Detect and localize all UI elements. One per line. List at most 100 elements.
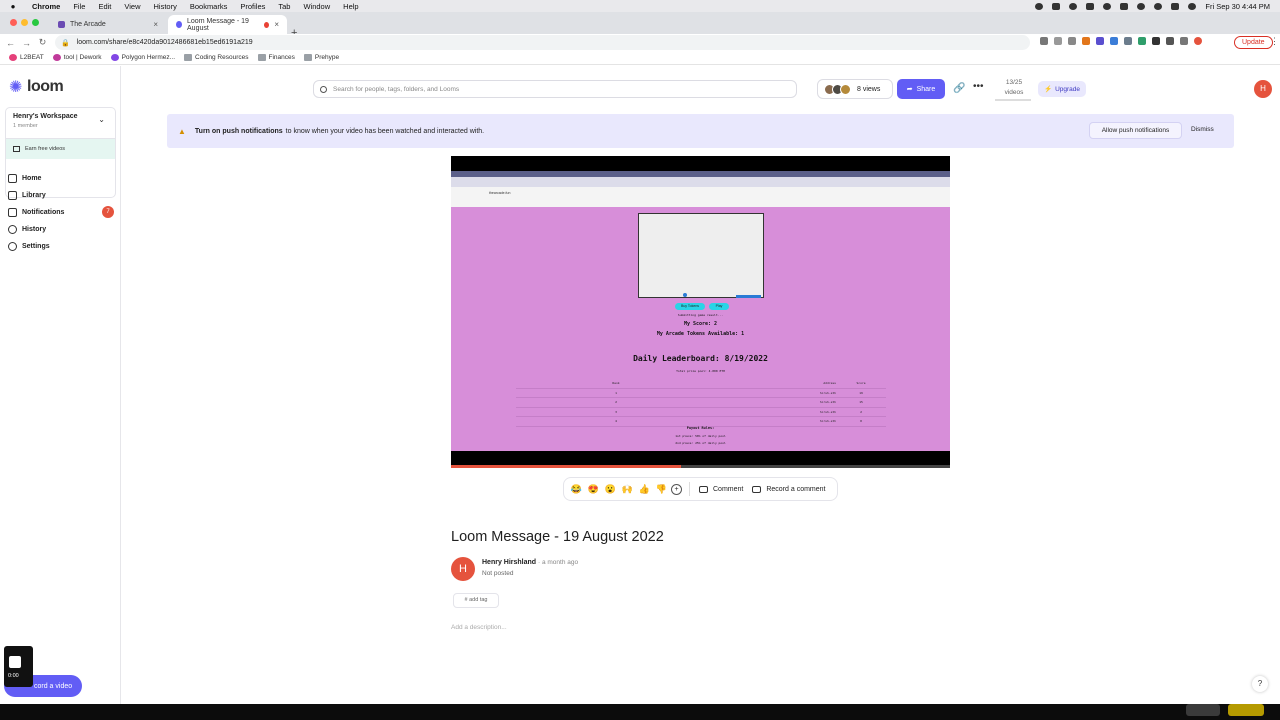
share-label: Share [916, 85, 936, 93]
add-tag-button[interactable]: # add tag [453, 593, 499, 608]
author-name[interactable]: Henry Hirshland [482, 559, 536, 566]
chevron-down-icon[interactable]: ⌄ [98, 115, 105, 124]
control-center-icon[interactable] [1171, 2, 1180, 10]
upgrade-button[interactable]: ⚡ Upgrade [1038, 81, 1086, 97]
polygon-icon [110, 54, 119, 61]
extension-icon[interactable] [1152, 37, 1160, 45]
comment-button[interactable]: Comment [699, 485, 743, 493]
tab-the-arcade[interactable]: The Arcade × [50, 15, 166, 34]
sidebar-icon[interactable] [1180, 37, 1188, 45]
user-avatar[interactable]: H [1254, 80, 1272, 98]
apple-icon[interactable]: ● [6, 2, 20, 11]
download-icon[interactable] [1040, 37, 1048, 45]
bookmark-folder-finances[interactable]: Finances [257, 54, 295, 61]
close-tab-icon[interactable]: × [274, 20, 279, 29]
menu-bookmarks[interactable]: Bookmarks [190, 2, 228, 11]
status-icon[interactable] [1069, 2, 1078, 10]
extension-icon[interactable] [1096, 37, 1104, 45]
update-button[interactable]: Update [1234, 36, 1273, 49]
menu-app[interactable]: Chrome [32, 2, 60, 11]
status-icon[interactable] [1052, 2, 1061, 10]
reload-icon[interactable]: ↻ [37, 37, 48, 48]
workspace-switcher[interactable]: Henry's Workspace 1 member ⌄ Earn free v… [5, 107, 116, 198]
bookmark-folder-prehype[interactable]: Prehype [303, 54, 339, 61]
sidebar-item-notifications[interactable]: Notifications [8, 208, 64, 217]
record-comment-button[interactable]: Record a comment [752, 485, 825, 493]
bookmark-dework[interactable]: tool | Dework [52, 54, 102, 61]
metamask-extension-icon[interactable] [1082, 37, 1090, 45]
share-page-icon[interactable] [1054, 37, 1062, 45]
sidebar-item-label: Home [22, 175, 42, 182]
video-title[interactable]: Loom Message - 19 August 2022 [451, 529, 664, 545]
earn-free-videos-link[interactable]: Earn free videos [6, 138, 115, 159]
menu-profiles[interactable]: Profiles [240, 2, 265, 11]
close-window-icon[interactable] [10, 19, 17, 26]
overlay-button[interactable] [1228, 704, 1264, 716]
extension-icon[interactable] [1138, 37, 1146, 45]
sidebar-item-settings[interactable]: Settings [8, 242, 50, 251]
allow-push-notifications-button[interactable]: Allow push notifications [1089, 122, 1182, 139]
status-icon[interactable] [1035, 2, 1044, 10]
video-progress-bar[interactable] [451, 465, 950, 468]
overlay-button[interactable] [1186, 704, 1220, 716]
video-screen-toolbar: thearcade.fun [451, 187, 950, 207]
puzzle-extensions-icon[interactable] [1166, 37, 1174, 45]
extension-icon[interactable] [1110, 37, 1118, 45]
close-tab-icon[interactable]: × [153, 20, 158, 29]
more-options-icon[interactable]: ••• [973, 81, 984, 92]
bluetooth-icon[interactable] [1103, 2, 1112, 10]
loom-logo[interactable]: ✺ loom [9, 78, 64, 96]
dismiss-button[interactable]: Dismiss [1191, 126, 1214, 133]
sidebar-item-history[interactable]: History [8, 225, 46, 234]
description-input[interactable]: Add a description... [451, 624, 507, 631]
lock-icon[interactable]: 🔒 [61, 39, 70, 47]
stop-recording-icon[interactable] [9, 656, 21, 668]
reaction-thumbs-down-button[interactable]: 👎 [655, 484, 668, 495]
bookmark-star-icon[interactable] [1068, 37, 1076, 45]
reaction-laugh-button[interactable]: 😂 [570, 484, 583, 495]
menu-file[interactable]: File [73, 2, 85, 11]
menu-view[interactable]: View [124, 2, 140, 11]
share-button[interactable]: ➦ Share [897, 79, 945, 99]
wifi-icon[interactable] [1137, 2, 1146, 10]
menu-window[interactable]: Window [303, 2, 330, 11]
menu-tab[interactable]: Tab [278, 2, 290, 11]
system-tray: Fri Sep 30 4:44 PM [1035, 2, 1270, 11]
siri-icon[interactable] [1188, 2, 1197, 10]
bookmark-l2beat[interactable]: L2BEAT [9, 54, 44, 61]
clock[interactable]: Fri Sep 30 4:44 PM [1205, 2, 1270, 11]
status-icon[interactable] [1086, 2, 1095, 10]
back-icon[interactable]: ← [5, 38, 16, 48]
search-input[interactable]: Search for people, tags, folders, and Lo… [313, 80, 797, 98]
bookmark-folder-coding-resources[interactable]: Coding Resources [184, 54, 249, 61]
chrome-menu-icon[interactable]: ⋮ [1270, 36, 1279, 47]
url-text[interactable]: loom.com/share/e8c420da9012486681eb15ed6… [77, 39, 253, 46]
menu-history[interactable]: History [154, 2, 177, 11]
author-avatar[interactable]: H [451, 557, 475, 581]
viewers-button[interactable]: 8 views [817, 79, 893, 99]
menu-edit[interactable]: Edit [98, 2, 111, 11]
add-reaction-icon[interactable]: + [671, 483, 682, 495]
maximize-window-icon[interactable] [32, 19, 39, 26]
address-bar[interactable]: 🔒 loom.com/share/e8c420da9012486681eb15e… [55, 35, 1030, 50]
menu-help[interactable]: Help [343, 2, 358, 11]
tab-loom-message[interactable]: Loom Message - 19 August × [168, 15, 287, 34]
sidebar-item-library[interactable]: Library [8, 191, 46, 200]
copy-link-icon[interactable]: 🔗 [953, 83, 965, 94]
profile-avatar-icon[interactable] [1194, 37, 1202, 45]
bookmark-polygon-hermez[interactable]: Polygon Hermez... [110, 54, 175, 61]
help-button[interactable]: ? [1252, 676, 1268, 692]
forward-icon[interactable]: → [21, 38, 32, 48]
recording-control-widget[interactable]: 0:00 [4, 646, 33, 687]
battery-icon[interactable] [1120, 2, 1129, 10]
reaction-surprised-button[interactable]: 😮 [604, 484, 617, 495]
reaction-thumbs-up-button[interactable]: 👍 [638, 484, 651, 495]
game-ball [683, 293, 687, 297]
search-icon[interactable] [1154, 2, 1163, 10]
extension-icon[interactable] [1124, 37, 1132, 45]
reaction-heart-eyes-button[interactable]: 😍 [587, 484, 600, 495]
reaction-raised-hands-button[interactable]: 🙌 [621, 484, 634, 495]
video-player[interactable]: thearcade.fun Buy Tokens Play Submitting… [451, 156, 950, 468]
sidebar-item-home[interactable]: Home [8, 174, 41, 183]
minimize-window-icon[interactable] [21, 19, 28, 26]
